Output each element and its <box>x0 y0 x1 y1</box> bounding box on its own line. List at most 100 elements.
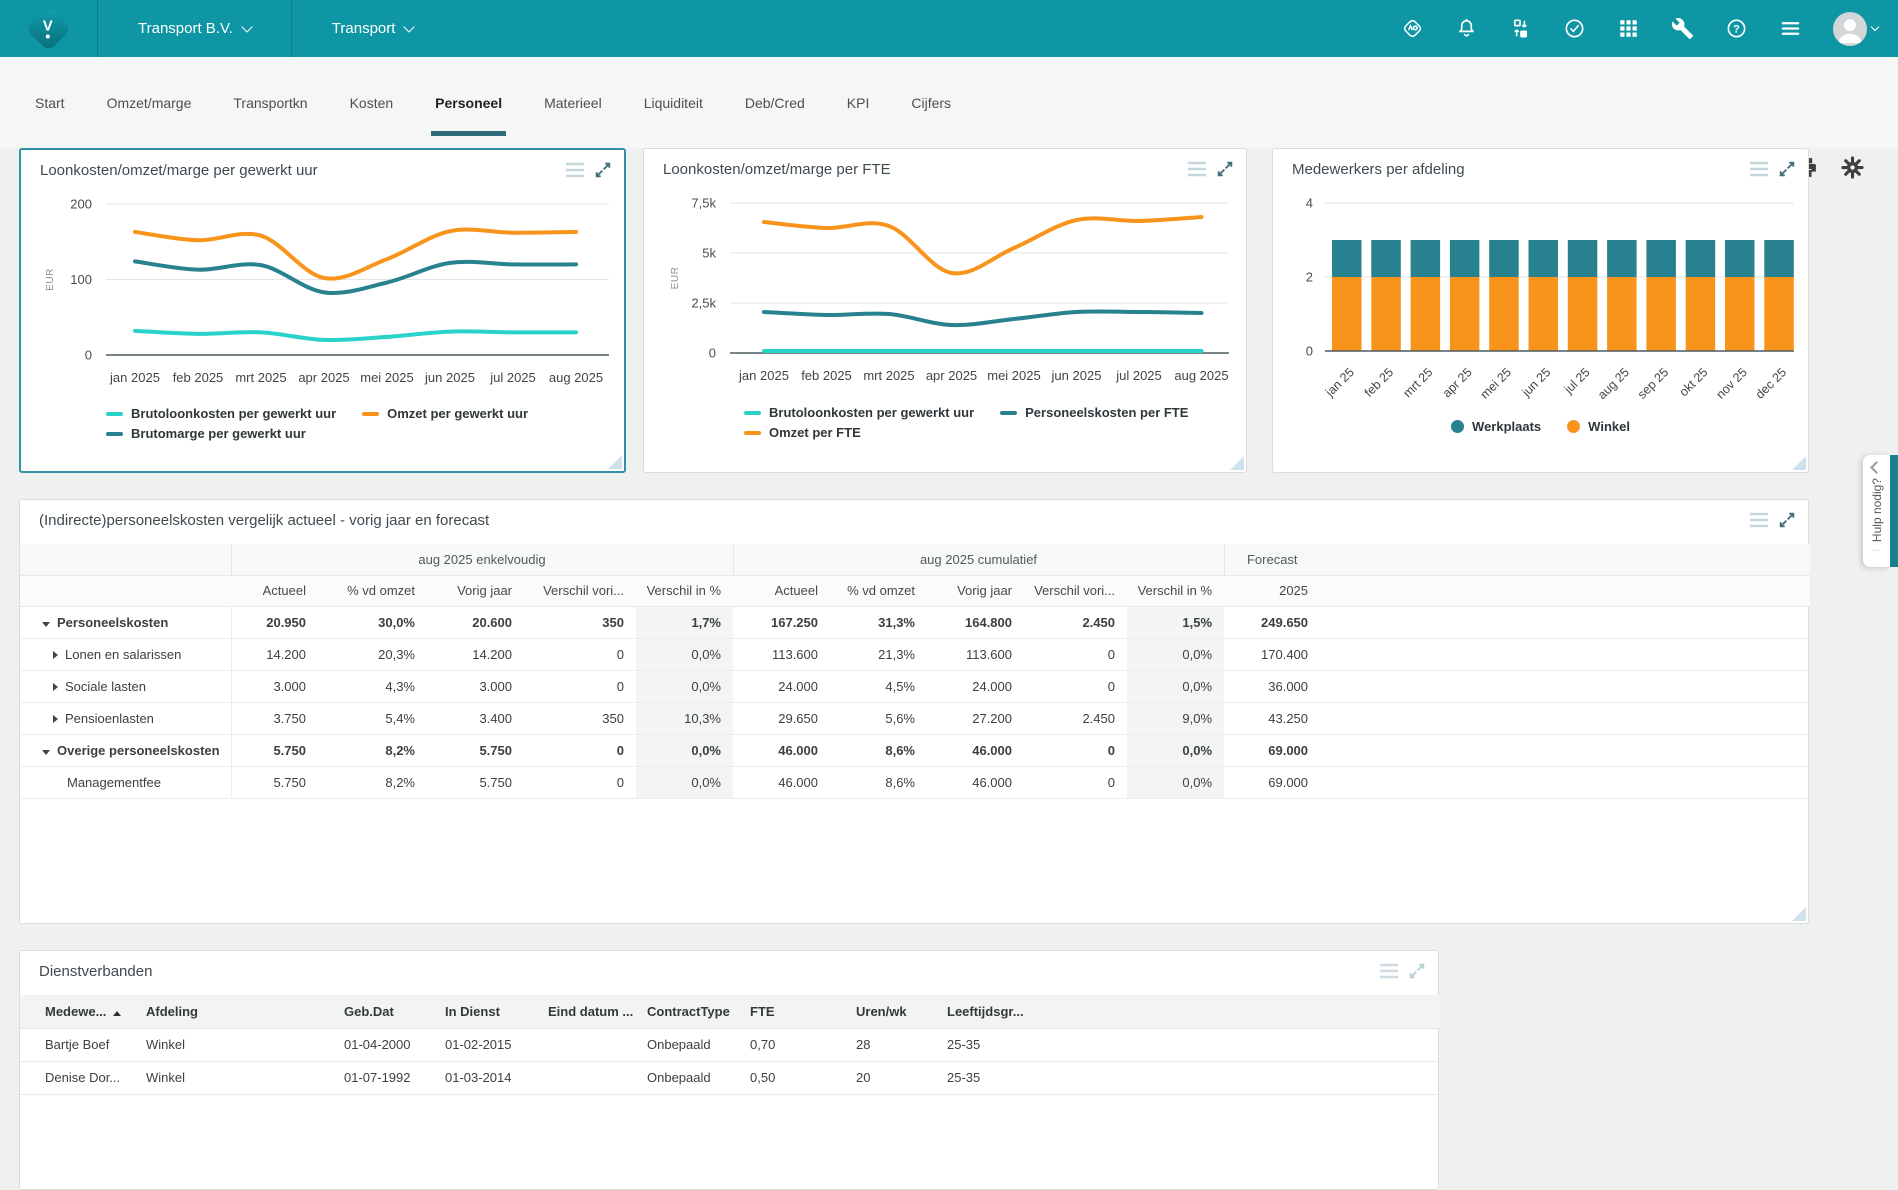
kpi-table-card[interactable]: (Indirecte)personeelskosten vergelijk ac… <box>19 499 1809 924</box>
column-header[interactable]: Vorig jaar <box>927 575 1024 606</box>
bar-werkplaats-jul-25[interactable] <box>1568 240 1598 277</box>
bar-winkel-mrt-25[interactable] <box>1411 277 1441 351</box>
kpi-row-label[interactable]: Sociale lasten <box>20 670 231 702</box>
series-line-omzet-per-fte[interactable] <box>764 217 1202 273</box>
tab-transportkn[interactable]: Transportkn <box>212 57 328 148</box>
dienstverbanden-card[interactable]: Dienstverbanden Medewe...AfdelingGeb.Dat… <box>19 950 1439 1190</box>
advisor-badge-icon[interactable] <box>1401 17 1424 40</box>
expand-icon[interactable] <box>1408 962 1426 980</box>
bar-werkplaats-apr-25[interactable] <box>1450 240 1480 277</box>
tab-kosten[interactable]: Kosten <box>329 57 415 148</box>
bar-winkel-apr-25[interactable] <box>1450 277 1480 351</box>
legend-item-brutoloonkosten-per-gewerkt-uur[interactable]: Brutoloonkosten per gewerkt uur <box>106 406 336 421</box>
bar-winkel-jul-25[interactable] <box>1568 277 1598 351</box>
bar-werkplaats-mrt-25[interactable] <box>1411 240 1441 277</box>
bar-werkplaats-aug-25[interactable] <box>1607 240 1637 277</box>
tasks-check-icon[interactable] <box>1563 17 1586 40</box>
kpi-row-label[interactable]: Managementfee <box>20 766 231 798</box>
kpi-row-label[interactable]: Lonen en salarissen <box>20 638 231 670</box>
bar-werkplaats-dec-25[interactable] <box>1764 240 1794 277</box>
company-selector[interactable]: Transport B.V. <box>98 0 291 57</box>
resize-grip[interactable] <box>1792 456 1806 470</box>
resize-grip[interactable] <box>608 455 622 469</box>
legend-item-brutoloonkosten-per-gewerkt-uur[interactable]: Brutoloonkosten per gewerkt uur <box>744 405 974 420</box>
bar-werkplaats-jun-25[interactable] <box>1529 240 1559 277</box>
chart-card-loonkosten-per-uur[interactable]: Loonkosten/omzet/marge per gewerkt uur 0… <box>19 148 626 473</box>
chart-card-medewerkers[interactable]: Medewerkers per afdeling 024jan 25feb 25… <box>1272 148 1809 473</box>
chart-card-loonkosten-per-fte[interactable]: Loonkosten/omzet/marge per FTE 02,5k5k7,… <box>643 148 1247 473</box>
tools-wrench-icon[interactable] <box>1671 17 1694 40</box>
column-header[interactable]: Vorig jaar <box>427 575 524 606</box>
resize-grip[interactable] <box>1792 907 1806 921</box>
kpi-row-label[interactable]: Overige personeelskosten <box>20 734 231 766</box>
bar-werkplaats-feb-25[interactable] <box>1371 240 1401 277</box>
bar-werkplaats-okt-25[interactable] <box>1686 240 1716 277</box>
column-header[interactable]: Actueel <box>231 575 318 606</box>
sync-objects-icon[interactable] <box>1509 17 1532 40</box>
notifications-bell-icon[interactable] <box>1455 17 1478 40</box>
help-question-icon[interactable]: ? <box>1725 17 1748 40</box>
column-header-medewe[interactable]: Medewe... <box>20 995 138 1028</box>
column-header[interactable]: % vd omzet <box>318 575 427 606</box>
dossier-selector[interactable]: Transport <box>292 0 454 57</box>
column-header[interactable]: Verschil in % <box>636 575 733 606</box>
column-header-afdeling[interactable]: Afdeling <box>138 995 336 1028</box>
settings-gear-icon[interactable] <box>1840 155 1865 180</box>
card-menu-icon[interactable] <box>1379 962 1399 980</box>
bar-winkel-okt-25[interactable] <box>1686 277 1716 351</box>
tab-omzet-marge[interactable]: Omzet/marge <box>86 57 213 148</box>
bar-werkplaats-nov-25[interactable] <box>1725 240 1755 277</box>
card-menu-icon[interactable] <box>1749 511 1769 529</box>
bar-winkel-nov-25[interactable] <box>1725 277 1755 351</box>
column-header[interactable]: Actueel <box>733 575 830 606</box>
column-header-in-dienst[interactable]: In Dienst <box>437 995 540 1028</box>
bar-winkel-jun-25[interactable] <box>1529 277 1559 351</box>
bar-werkplaats-mei-25[interactable] <box>1489 240 1519 277</box>
column-header-contracttype[interactable]: ContractType <box>639 995 742 1028</box>
bar-werkplaats-jan-25[interactable] <box>1332 240 1362 277</box>
legend-item-winkel[interactable]: Winkel <box>1567 419 1630 434</box>
column-header[interactable]: 2025 <box>1224 575 1320 606</box>
tab-start[interactable]: Start <box>14 57 86 148</box>
series-line-brutoloonkosten-per-gewerkt-uur[interactable] <box>135 331 576 340</box>
resize-grip[interactable] <box>1230 456 1244 470</box>
column-header[interactable]: Verschil vori... <box>524 575 636 606</box>
bar-winkel-jan-25[interactable] <box>1332 277 1362 351</box>
legend-item-omzet-per-fte[interactable]: Omzet per FTE <box>744 425 861 440</box>
column-header-fte[interactable]: FTE <box>742 995 848 1028</box>
legend-item-werkplaats[interactable]: Werkplaats <box>1451 419 1541 434</box>
legend-item-brutomarge-per-gewerkt-uur[interactable]: Brutomarge per gewerkt uur <box>106 426 306 441</box>
bar-winkel-feb-25[interactable] <box>1371 277 1401 351</box>
help-slideout-tab[interactable]: Hulp nodig? ... <box>1863 455 1898 567</box>
tab-liquiditeit[interactable]: Liquiditeit <box>623 57 724 148</box>
expand-icon[interactable] <box>1778 511 1796 529</box>
column-header[interactable]: % vd omzet <box>830 575 927 606</box>
series-line-brutomarge-per-gewerkt-uur[interactable] <box>135 261 576 293</box>
series-line-personeelskosten-per-fte[interactable] <box>764 311 1202 325</box>
tab-cijfers[interactable]: Cijfers <box>890 57 972 148</box>
tab-materieel[interactable]: Materieel <box>523 57 623 148</box>
column-header-eind-datum[interactable]: Eind datum ... <box>540 995 639 1028</box>
bar-winkel-dec-25[interactable] <box>1764 277 1794 351</box>
column-header-uren-wk[interactable]: Uren/wk <box>848 995 939 1028</box>
kpi-row-label[interactable]: Personeelskosten <box>20 606 231 638</box>
bar-werkplaats-sep-25[interactable] <box>1646 240 1676 277</box>
column-header-leeftijdsgr[interactable]: Leeftijdsgr... <box>939 995 1069 1028</box>
bar-winkel-aug-25[interactable] <box>1607 277 1637 351</box>
dv-row-denise-dor[interactable]: Denise Dor...Winkel01-07-199201-03-2014O… <box>20 1061 1440 1094</box>
column-header[interactable]: Verschil in % <box>1127 575 1224 606</box>
column-header[interactable]: Verschil vori... <box>1024 575 1127 606</box>
bar-winkel-sep-25[interactable] <box>1646 277 1676 351</box>
bar-winkel-mei-25[interactable] <box>1489 277 1519 351</box>
column-header-geb-dat[interactable]: Geb.Dat <box>336 995 437 1028</box>
account-menu[interactable] <box>1833 12 1878 46</box>
app-logo[interactable]: V <box>0 12 97 45</box>
tab-kpi[interactable]: KPI <box>826 57 891 148</box>
apps-grid-icon[interactable] <box>1617 17 1640 40</box>
tab-personeel[interactable]: Personeel <box>414 57 523 148</box>
legend-item-personeelskosten-per-fte[interactable]: Personeelskosten per FTE <box>1000 405 1188 420</box>
legend-item-omzet-per-gewerkt-uur[interactable]: Omzet per gewerkt uur <box>362 406 528 421</box>
dv-row-bartje-boef[interactable]: Bartje BoefWinkel01-04-200001-02-2015Onb… <box>20 1028 1440 1061</box>
main-menu-icon[interactable] <box>1779 17 1802 40</box>
tab-deb-cred[interactable]: Deb/Cred <box>724 57 826 148</box>
